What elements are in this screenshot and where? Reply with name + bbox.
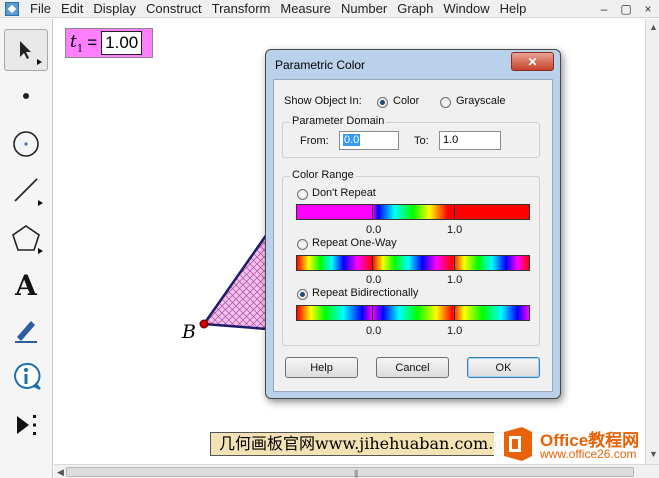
tick-label-end: 1.0 (447, 224, 463, 236)
dont-repeat-color-bar (296, 204, 530, 220)
minimize-button[interactable]: – (593, 0, 615, 18)
menu-bar: File Edit Display Construct Transform Me… (0, 0, 659, 18)
color-range-title: Color Range (290, 169, 356, 181)
watermark: Office教程网 www.office26.com (494, 423, 659, 465)
from-input-value: 0.0 (343, 134, 361, 146)
toolbox: A (0, 19, 53, 478)
show-object-in-label: Show Object In: (284, 95, 362, 107)
horizontal-scroll-thumb[interactable]: ||| (66, 467, 634, 478)
bar-marker (372, 256, 373, 270)
repeat-one-way-radio[interactable] (297, 239, 308, 250)
bar-marker (372, 306, 373, 320)
grayscale-radio-label[interactable]: Grayscale (456, 95, 506, 107)
vertical-scrollbar[interactable]: ▲ ▼ (645, 19, 659, 464)
help-button[interactable]: Help (285, 357, 358, 378)
scroll-up-icon[interactable]: ▲ (649, 22, 658, 32)
straightedge-tool-icon (14, 178, 38, 202)
scroll-left-icon[interactable]: ◀ (57, 467, 64, 478)
dialog-close-button[interactable]: ✕ (511, 52, 554, 71)
point-tool-icon (23, 93, 29, 99)
repeat-bidirectionally-label[interactable]: Repeat Bidirectionally (312, 287, 418, 299)
tool-submenu-indicator (37, 59, 42, 65)
parametric-color-dialog: Parametric Color ✕ Show Object In: Color… (265, 49, 561, 399)
watermark-url: www.office26.com (540, 447, 637, 461)
information-tool-icon (14, 362, 41, 390)
point-b[interactable] (199, 319, 209, 329)
menu-display[interactable]: Display (88, 0, 141, 18)
bar-marker (454, 205, 455, 219)
close-window-button[interactable]: × (637, 0, 659, 18)
restore-button[interactable]: ▢ (615, 0, 637, 18)
cancel-button[interactable]: Cancel (376, 357, 449, 378)
straightedge-tool-button[interactable] (4, 169, 48, 211)
text-tool-icon: A (15, 268, 37, 302)
menu-measure[interactable]: Measure (275, 0, 336, 18)
dont-repeat-label[interactable]: Don't Repeat (312, 187, 376, 199)
to-label: To: (414, 135, 429, 147)
office-logo-icon (504, 427, 532, 461)
compass-tool-button[interactable] (4, 123, 48, 165)
office-logo (498, 424, 538, 464)
parameter-domain-title: Parameter Domain (290, 115, 387, 127)
menu-window[interactable]: Window (438, 0, 494, 18)
compass-tool-icon (13, 131, 39, 157)
point-tool-button[interactable] (4, 75, 48, 117)
from-input[interactable]: 0.0 (339, 131, 399, 150)
color-radio[interactable] (377, 97, 388, 108)
from-label: From: (300, 135, 329, 147)
color-radio-label[interactable]: Color (393, 95, 419, 107)
tick-label-end: 1.0 (447, 274, 463, 286)
information-tool-button[interactable] (4, 356, 48, 398)
tool-submenu-indicator (38, 248, 43, 254)
app-icon[interactable] (5, 1, 19, 16)
marker-tool-button[interactable] (4, 309, 48, 351)
ok-button[interactable]: OK (467, 357, 540, 378)
menu-number[interactable]: Number (336, 0, 392, 18)
menu-help[interactable]: Help (495, 0, 532, 18)
tick-label-start: 0.0 (366, 224, 382, 236)
to-input[interactable]: 1.0 (439, 131, 501, 150)
menu-construct[interactable]: Construct (141, 0, 207, 18)
tick-label-start: 0.0 (366, 274, 382, 286)
dialog-title: Parametric Color (275, 58, 366, 72)
bar-marker (454, 256, 455, 270)
custom-tool-button[interactable] (4, 404, 48, 446)
scroll-down-icon[interactable]: ▼ (649, 449, 658, 459)
repeat-one-way-color-bar (296, 255, 530, 271)
tool-submenu-indicator (38, 200, 43, 206)
tick-label-end: 1.0 (447, 325, 463, 337)
window-controls: – ▢ × (593, 0, 659, 18)
bar-marker (454, 306, 455, 320)
menu-edit[interactable]: Edit (56, 0, 88, 18)
menu-file[interactable]: File (25, 0, 56, 18)
repeat-bidirectionally-color-bar (296, 305, 530, 321)
bar-marker (372, 205, 373, 219)
dialog-body: Show Object In: Color Grayscale Paramete… (273, 79, 553, 392)
repeat-one-way-label[interactable]: Repeat One-Way (312, 237, 397, 249)
horizontal-scrollbar[interactable]: ◀ ||| (54, 464, 659, 478)
grip-icon: ||| (354, 469, 358, 478)
custom-tool-icon (17, 415, 36, 435)
arrow-tool-button[interactable] (4, 29, 48, 71)
menu-transform[interactable]: Transform (207, 0, 276, 18)
tick-label-start: 0.0 (366, 325, 382, 337)
text-tool-button[interactable]: A (4, 264, 48, 306)
grayscale-radio[interactable] (440, 97, 451, 108)
marker-tool-icon (15, 321, 37, 343)
dont-repeat-radio[interactable] (297, 189, 308, 200)
arrow-tool-icon (20, 41, 31, 59)
polygon-tool-button[interactable] (4, 217, 48, 259)
point-label[interactable]: B (182, 321, 196, 343)
repeat-bidirectionally-radio[interactable] (297, 289, 308, 300)
menu-graph[interactable]: Graph (392, 0, 438, 18)
